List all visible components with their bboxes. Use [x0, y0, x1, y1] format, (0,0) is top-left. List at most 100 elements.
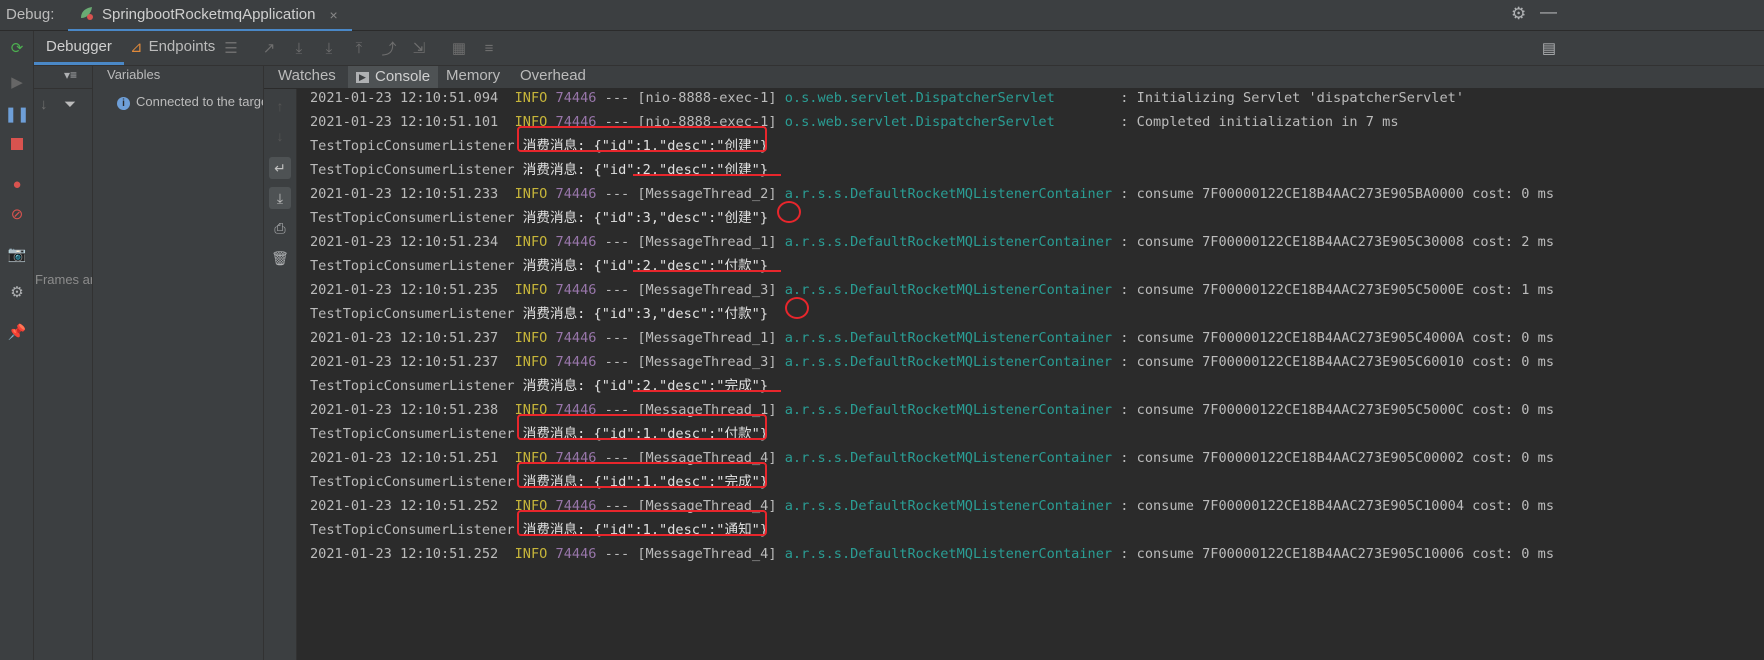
log-timestamp: 2021-01-23 12:10:51.235 — [310, 282, 515, 298]
view-breakpoints-icon[interactable]: ● — [6, 173, 28, 195]
close-icon[interactable]: × — [329, 7, 337, 23]
settings-icon[interactable]: ⚙ — [6, 281, 28, 303]
log-timestamp: 2021-01-23 12:10:51.237 — [310, 330, 515, 346]
log-timestamp: 2021-01-23 12:10:51.233 — [310, 186, 515, 202]
log-logger: a.r.s.s.DefaultRocketMQListenerContainer — [784, 330, 1121, 346]
console-line: 2021-01-23 12:10:51.237 INFO 74446 --- [… — [310, 329, 1554, 353]
console-line: 2021-01-23 12:10:51.252 INFO 74446 --- [… — [310, 497, 1554, 521]
drop-frame-icon[interactable]: ⤴ — [380, 39, 398, 58]
log-message: : consume 7F00000122CE18B4AAC273E905C500… — [1120, 282, 1555, 298]
step-into-icon[interactable]: ⤓ — [320, 39, 338, 57]
layout-icon[interactable]: ☰ — [222, 39, 240, 57]
log-logger: a.r.s.s.DefaultRocketMQListenerContainer — [784, 186, 1121, 202]
up-stack-frame-icon[interactable]: ↑ — [269, 95, 291, 117]
console-output[interactable]: 2021-01-23 12:10:51.094 INFO 74446 --- [… — [310, 89, 1760, 660]
annotation-box — [516, 462, 767, 488]
log-pid: 74446 — [555, 354, 597, 370]
settings-icon[interactable]: ⚙ — [1511, 4, 1526, 24]
rerun-icon[interactable]: ⟳ — [6, 37, 28, 59]
log-logger: a.r.s.s.DefaultRocketMQListenerContainer — [784, 498, 1121, 514]
minimize-icon[interactable]: — — [1540, 2, 1557, 22]
consumer-listener: TestTopicConsumerListener — [310, 138, 523, 154]
log-timestamp: 2021-01-23 12:10:51.252 — [310, 546, 515, 562]
log-logger: a.r.s.s.DefaultRocketMQListenerContainer — [784, 546, 1121, 562]
run-config-tab[interactable]: SpringbootRocketmqApplication × — [68, 0, 352, 32]
step-over-icon[interactable]: ⤓ — [290, 39, 308, 57]
thread-selector-icon[interactable]: ▾≡ — [64, 68, 77, 82]
tab-overhead[interactable]: Overhead — [520, 68, 586, 90]
console-line: TestTopicConsumerListener 消费消息: {"id":2,… — [310, 257, 768, 281]
console-line: TestTopicConsumerListener 消费消息: {"id":3,… — [310, 305, 768, 329]
stop-icon[interactable] — [6, 133, 28, 155]
evaluate-expression-icon[interactable]: ▦ — [450, 39, 468, 57]
filter-icon[interactable]: ⏷ — [64, 96, 76, 113]
annotation-circle — [784, 297, 809, 319]
console-line: 2021-01-23 12:10:51.233 INFO 74446 --- [… — [310, 185, 1554, 209]
console-line: 2021-01-23 12:10:51.234 INFO 74446 --- [… — [310, 233, 1554, 257]
variables-header: Variables — [93, 66, 263, 88]
scroll-to-end-icon[interactable]: ⤓ — [269, 187, 291, 209]
show-execution-point-icon[interactable]: ↗ — [260, 39, 278, 57]
tab-console[interactable]: ▶ Console — [348, 66, 439, 88]
log-message: : Completed initialization in 7 ms — [1120, 114, 1399, 130]
log-timestamp: 2021-01-23 12:10:51.101 — [310, 114, 515, 130]
log-timestamp: 2021-01-23 12:10:51.252 — [310, 498, 515, 514]
log-message: : consume 7F00000122CE18B4AAC273E905C500… — [1120, 402, 1555, 418]
tab-watches[interactable]: Watches — [278, 68, 336, 90]
log-message: : consume 7F00000122CE18B4AAC273E905C600… — [1120, 354, 1555, 370]
log-level: INFO — [514, 546, 556, 562]
resume-icon[interactable]: ▶ — [6, 71, 28, 93]
variables-message: i Connected to the target VM — [117, 94, 263, 110]
console-side-toolbar: ↑ ↓ ↵ ⤓ ⎙ 🗑 — [264, 89, 297, 660]
log-message: : consume 7F00000122CE18B4AAC273E905C400… — [1120, 330, 1555, 346]
log-message: : consume 7F00000122CE18B4AAC273E905C100… — [1120, 546, 1555, 562]
log-logger: a.r.s.s.DefaultRocketMQListenerContainer — [784, 282, 1121, 298]
run-to-cursor-icon[interactable]: ⇲ — [410, 39, 428, 57]
log-message: : consume 7F00000122CE18B4AAC273E905C000… — [1120, 450, 1555, 466]
soft-wrap-icon[interactable]: ↵ — [269, 157, 291, 179]
consumer-listener: TestTopicConsumerListener — [310, 306, 523, 322]
step-out-icon[interactable]: ⤒ — [350, 39, 368, 57]
frames-panel: ▾≡ ↓ Frames are not available — [34, 66, 93, 660]
tab-debugger-label: Debugger — [46, 38, 112, 55]
annotation-box — [516, 510, 767, 536]
pin-icon[interactable]: 📌 — [6, 321, 28, 343]
log-timestamp: 2021-01-23 12:10:51.094 — [310, 90, 515, 106]
log-message: : consume 7F00000122CE18B4AAC273E905BA00… — [1120, 186, 1555, 202]
log-timestamp: 2021-01-23 12:10:51.234 — [310, 234, 515, 250]
console-line: 2021-01-23 12:10:51.094 INFO 74446 --- [… — [310, 89, 1464, 113]
log-pid: 74446 — [555, 546, 597, 562]
console-tabs: Watches ▶ Console Memory Overhead — [264, 66, 1764, 88]
log-timestamp: 2021-01-23 12:10:51.251 — [310, 450, 515, 466]
log-message: : consume 7F00000122CE18B4AAC273E905C100… — [1120, 498, 1555, 514]
debug-label: Debug: — [6, 6, 55, 23]
camera-icon[interactable]: 📷 — [6, 243, 28, 265]
run-config-name: SpringbootRocketmqApplication — [102, 6, 316, 23]
mute-breakpoints-icon[interactable]: ⊘ — [6, 203, 28, 225]
print-icon[interactable]: ⎙ — [269, 217, 291, 239]
log-logger: a.r.s.s.DefaultRocketMQListenerContainer — [784, 402, 1121, 418]
log-logger: a.r.s.s.DefaultRocketMQListenerContainer — [784, 234, 1121, 250]
console-line: TestTopicConsumerListener 消费消息: {"id":2,… — [310, 377, 768, 401]
debug-actions-toolbar: ⟳ ▶ ❚❚ ● ⊘ 📷 ⚙ 📌 — [0, 31, 34, 660]
tab-memory[interactable]: Memory — [446, 68, 500, 90]
pause-icon[interactable]: ❚❚ — [4, 103, 29, 125]
endpoints-icon: ⊿ — [130, 38, 143, 56]
arrow-down-icon[interactable]: ↓ — [40, 96, 48, 113]
clear-all-icon[interactable]: 🗑 — [269, 247, 291, 269]
annotation-circle — [776, 201, 801, 223]
log-pid: 74446 — [555, 90, 597, 106]
restore-layout-icon[interactable]: ▤ — [1540, 39, 1558, 57]
log-level: INFO — [514, 330, 556, 346]
consume-message: 消费消息: {"id":3,"desc":"创建"} — [522, 210, 769, 226]
tab-debugger[interactable]: Debugger — [34, 31, 124, 65]
down-stack-frame-icon[interactable]: ↓ — [269, 125, 291, 147]
annotation-underline — [632, 270, 781, 272]
log-thread: --- [MessageThread_2] — [596, 186, 785, 202]
tab-console-label: Console — [375, 68, 431, 85]
trace-icon[interactable]: ≡ — [480, 39, 498, 57]
tab-endpoints[interactable]: ⊿ Endpoints — [130, 31, 215, 62]
consumer-listener: TestTopicConsumerListener — [310, 522, 523, 538]
log-timestamp: 2021-01-23 12:10:51.238 — [310, 402, 515, 418]
log-thread: --- [MessageThread_3] — [596, 282, 785, 298]
